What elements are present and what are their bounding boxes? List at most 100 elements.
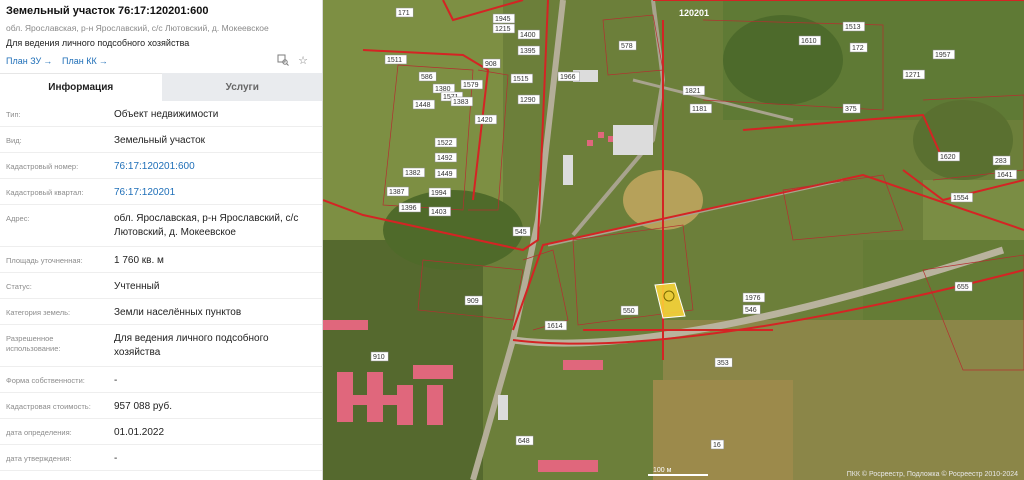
plot-number[interactable]: 1400 (520, 32, 536, 39)
plot-number[interactable]: 1396 (401, 205, 417, 212)
property-value: 01.01.2022 (114, 427, 165, 438)
property-label: Категория земель: (6, 308, 71, 317)
plan-kk-link[interactable]: План КК → (62, 56, 108, 66)
tab-info[interactable]: Информация (0, 73, 162, 101)
property-value: Объект недвижимости (114, 109, 219, 120)
property-value: 1 760 кв. м (114, 255, 164, 266)
property-row: Адрес: обл. Ярославская, р-н Ярославский,… (0, 205, 322, 247)
plot-number[interactable]: 1994 (431, 190, 447, 197)
plot-number[interactable]: 1554 (953, 195, 969, 202)
plot-number[interactable]: 1821 (685, 88, 701, 95)
map-view[interactable]: 120201 171 1945 1215 1400 1395 1511 908 1515 578… (323, 0, 1024, 480)
plot-number[interactable]: 1383 (453, 99, 469, 106)
plot-number[interactable]: 1448 (415, 102, 431, 109)
scale-bar (648, 474, 708, 476)
plot-number[interactable]: 283 (995, 158, 1007, 165)
info-panel: Земельный участок 76:17:120201:600 обл. … (0, 0, 323, 480)
plot-number[interactable]: 1522 (437, 140, 453, 147)
forest-area (323, 240, 483, 480)
plot-number[interactable]: 1620 (940, 154, 956, 161)
property-row: Разрешенное использование: Для ведения ли… (0, 325, 322, 367)
plan-zu-link[interactable]: План ЗУ → (6, 56, 52, 66)
plot-number[interactable]: 586 (421, 74, 433, 81)
property-label: Вид: (6, 136, 22, 145)
cadastral-map-app: Земельный участок 76:17:120201:600 обл. … (0, 0, 1024, 480)
property-row: дата внесения сведений:03.02.2022 (0, 471, 322, 480)
plot-number[interactable]: 578 (621, 43, 633, 50)
plot-number[interactable]: 353 (717, 360, 729, 367)
plot-number[interactable]: 1976 (745, 295, 761, 302)
plot-number[interactable]: 1945 (495, 16, 511, 23)
properties-list: Тип: Объект недвижимости Вид: Земельный уча… (0, 101, 322, 480)
plot-number[interactable]: 171 (398, 10, 410, 17)
property-value-link[interactable]: 76:17:120201 (114, 186, 314, 200)
property-label: Статус: (6, 282, 32, 291)
tab-services[interactable]: Услуги (161, 73, 322, 101)
plot-number[interactable]: 1403 (431, 209, 447, 216)
property-row: Кадастровый квартал: 76:17:120201 (0, 179, 322, 205)
tab-bar: Информация Услуги (0, 73, 322, 101)
plot-number[interactable]: 1387 (389, 189, 405, 196)
map-canvas[interactable]: 120201 171 1945 1215 1400 1395 1511 908 1515 578… (323, 0, 1024, 480)
plot-number[interactable]: 1290 (520, 97, 536, 104)
plan-zu-label: План ЗУ (6, 56, 42, 66)
plot-number[interactable]: 172 (852, 45, 864, 52)
property-value: Для ведения личного подсобного хозяйства (114, 333, 269, 358)
plot-number[interactable]: 1513 (845, 24, 861, 31)
property-value: Земли населённых пунктов (114, 307, 242, 318)
plot-number[interactable]: 1420 (477, 117, 493, 124)
plot-number[interactable]: 1957 (935, 52, 951, 59)
plot-number[interactable]: 546 (745, 307, 757, 314)
property-value: 957 088 руб. (114, 401, 172, 412)
page-title: Земельный участок 76:17:120201:600 (6, 5, 209, 17)
property-row: Кадастровая стоимость: 957 088 руб. (0, 393, 322, 419)
arrow-right-icon: → (98, 56, 108, 66)
plot-number[interactable]: 16 (713, 442, 721, 449)
plot-number[interactable]: 1614 (547, 323, 563, 330)
property-row: дата определения: 01.01.2022 (0, 419, 322, 445)
plan-kk-label: План КК (62, 56, 97, 66)
property-value: - (114, 453, 118, 464)
plot-number[interactable]: 375 (845, 106, 857, 113)
property-label: Адрес: (6, 214, 30, 223)
property-row: Тип: Объект недвижимости (0, 101, 322, 127)
plot-number[interactable]: 1215 (495, 26, 511, 33)
property-label: Кадастровый квартал: (6, 188, 84, 197)
property-value-link[interactable]: 76:17:120201:600 (114, 160, 314, 174)
property-value: обл. Ярославская, р-н Ярославский, с/с Л… (114, 213, 299, 238)
plot-number[interactable]: 910 (373, 354, 385, 361)
plot-number[interactable]: 1492 (437, 155, 453, 162)
property-label: Кадастровая стоимость: (6, 402, 91, 411)
tree-cluster (913, 100, 1013, 180)
property-row: Форма собственности: - (0, 367, 322, 393)
arrow-right-icon: → (43, 56, 53, 66)
plot-number[interactable]: 1395 (520, 48, 536, 55)
property-row: Площадь уточненная: 1 760 кв. м (0, 247, 322, 273)
object-purpose: Для ведения личного подсобного хозяйства (6, 38, 190, 48)
plot-number[interactable]: 1641 (997, 172, 1013, 179)
plot-number[interactable]: 550 (623, 308, 635, 315)
search-on-map-icon[interactable] (276, 54, 290, 68)
property-row: Вид: Земельный участок (0, 127, 322, 153)
plot-number[interactable]: 1511 (387, 57, 402, 64)
plot-number[interactable]: 1515 (513, 76, 529, 83)
plot-number[interactable]: 1966 (560, 74, 576, 81)
scale-label: 100 м (653, 467, 672, 474)
property-row: дата утверждения: - (0, 445, 322, 471)
star-icon[interactable]: ☆ (296, 54, 310, 68)
plot-number[interactable]: 1181 (692, 106, 707, 113)
tab-services-label: Услуги (225, 81, 259, 93)
plot-number[interactable]: 1271 (905, 72, 921, 79)
plot-number[interactable]: 655 (957, 284, 969, 291)
plot-number[interactable]: 1610 (801, 38, 817, 45)
plot-number[interactable]: 648 (518, 438, 530, 445)
plot-number[interactable]: 1449 (437, 171, 453, 178)
plot-number[interactable]: 1382 (405, 170, 421, 177)
tree-cluster (383, 190, 523, 270)
property-label: дата определения: (6, 428, 72, 437)
plot-number[interactable]: 1579 (463, 82, 479, 89)
plot-number[interactable]: 545 (515, 229, 527, 236)
plot-number[interactable]: 908 (485, 61, 497, 68)
property-label: Форма собственности: (6, 376, 85, 385)
plot-number[interactable]: 909 (467, 298, 479, 305)
